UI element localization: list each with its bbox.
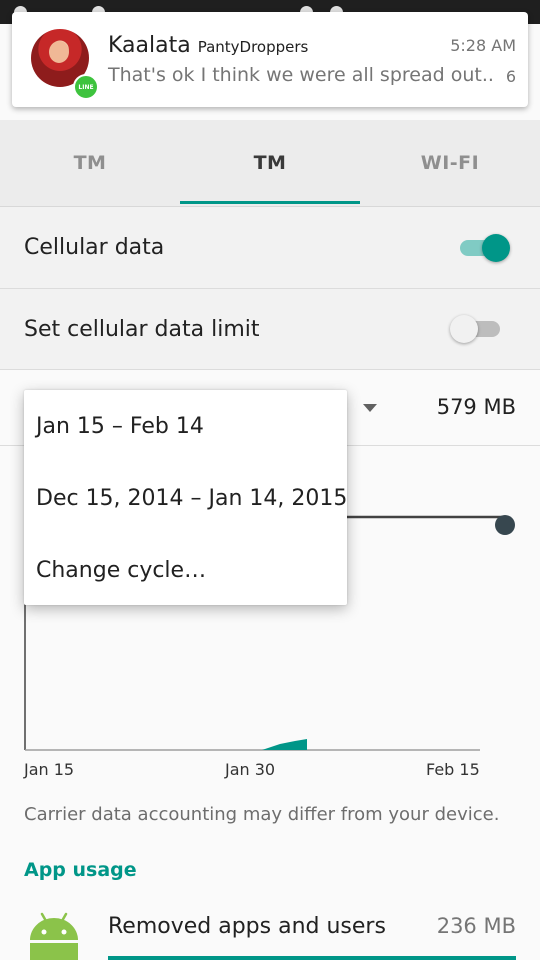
notification-card[interactable]: LINE Kaalata PantyDroppers 5:28 AM That'…: [12, 12, 528, 107]
notification-sender: Kaalata: [108, 33, 191, 58]
app-name: Removed apps and users: [108, 914, 386, 939]
usage-area: [262, 739, 307, 750]
app-size: 236 MB: [436, 914, 516, 938]
app-usage-bar: [108, 956, 516, 960]
avatar-face: [49, 41, 69, 63]
chart-label-mid: Jan 30: [225, 760, 276, 779]
cellular-data-row[interactable]: Cellular data: [0, 207, 540, 289]
app-usage-header: App usage: [24, 859, 137, 881]
line-app-icon: LINE: [73, 74, 99, 100]
switch-thumb: [450, 315, 478, 343]
tab-tm-2[interactable]: TM: [180, 120, 360, 206]
switch-thumb: [482, 234, 510, 262]
chart-label-start: Jan 15: [24, 760, 75, 779]
data-limit-row[interactable]: Set cellular data limit: [0, 289, 540, 370]
tab-tm-1[interactable]: TM: [0, 120, 180, 206]
chart-label-end: Feb 15: [426, 760, 480, 779]
tab-bar: TM TM WI-FI: [0, 120, 540, 207]
cycle-option-previous[interactable]: Dec 15, 2014 – Jan 14, 2015: [36, 486, 347, 511]
dropdown-arrow-icon[interactable]: [363, 404, 377, 412]
cycle-option-current[interactable]: Jan 15 – Feb 14: [36, 414, 204, 439]
cycle-dropdown-menu: Jan 15 – Feb 14 Dec 15, 2014 – Jan 14, 2…: [24, 390, 347, 605]
carrier-note: Carrier data accounting may differ from …: [24, 804, 500, 825]
notification-title: Kaalata PantyDroppers: [108, 33, 308, 58]
app-usage-row[interactable]: Removed apps and users 236 MB: [0, 900, 540, 960]
change-cycle-option[interactable]: Change cycle…: [36, 558, 206, 583]
cellular-data-label: Cellular data: [24, 235, 165, 260]
android-icon: [30, 912, 78, 960]
limit-handle[interactable]: [495, 515, 515, 535]
notification-message: That's ok I think we were all spread out…: [108, 64, 494, 86]
notification-time: 5:28 AM: [450, 36, 516, 55]
tab-indicator: [180, 201, 360, 204]
tab-wifi[interactable]: WI-FI: [360, 120, 540, 206]
cycle-total-usage: 579 MB: [436, 395, 516, 419]
data-limit-label: Set cellular data limit: [24, 317, 260, 342]
notification-group: PantyDroppers: [197, 38, 309, 56]
notification-count: 6: [505, 67, 516, 86]
